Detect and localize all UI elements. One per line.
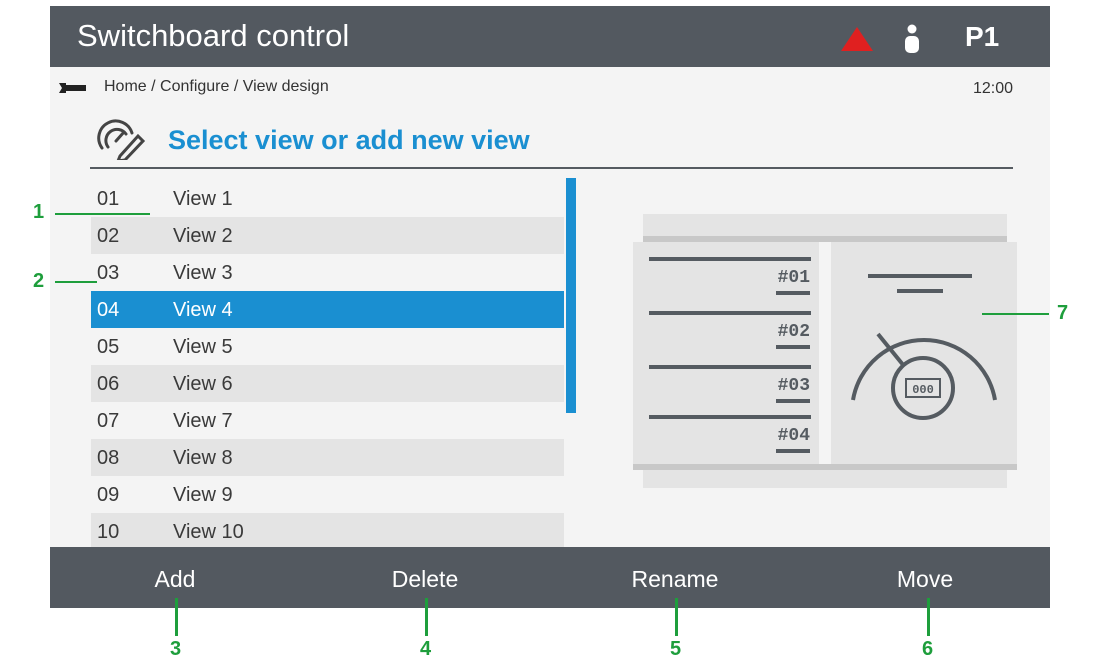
view-label: View 1	[173, 188, 233, 210]
view-number: 07	[97, 410, 120, 432]
callout-6-line	[927, 598, 930, 636]
view-label: View 9	[173, 484, 233, 506]
view-number: 01	[97, 188, 120, 210]
callout-1: 1	[33, 201, 45, 223]
list-item[interactable]: 03 View 3	[91, 254, 564, 291]
view-number: 03	[97, 262, 120, 284]
header-bar: Switchboard control P1	[50, 6, 1050, 67]
alarm-triangle-icon[interactable]	[840, 26, 874, 52]
view-design-icon	[97, 119, 146, 160]
list-item[interactable]: 10 View 10	[91, 513, 564, 547]
list-item[interactable]: 09 View 9	[91, 476, 564, 513]
view-label: View 10	[173, 521, 244, 543]
view-preview: #01 #02 #03 #04 000	[633, 214, 1017, 488]
view-number: 08	[97, 447, 120, 469]
app-title: Switchboard control	[77, 18, 350, 53]
list-item[interactable]: 05 View 5	[91, 328, 564, 365]
view-label: View 2	[173, 225, 233, 247]
list-item[interactable]: 02 View 2	[91, 217, 564, 254]
view-label: View 8	[173, 447, 233, 469]
view-label: View 4	[173, 299, 233, 321]
view-label: View 7	[173, 410, 233, 432]
page-title: Select view or add new view	[168, 125, 530, 155]
callout-7-line	[982, 313, 1049, 315]
callout-3: 3	[170, 638, 182, 660]
callout-7: 7	[1057, 302, 1069, 324]
callout-3-line	[175, 598, 178, 636]
view-label: View 3	[173, 262, 233, 284]
view-number: 04	[97, 299, 120, 321]
view-label: View 5	[173, 336, 233, 358]
list-item-selected[interactable]: 04 View 4	[91, 291, 564, 328]
view-number: 09	[97, 484, 120, 506]
hmi-screen: Switchboard control P1 Home / Configure …	[50, 6, 1050, 608]
title-divider	[90, 167, 1013, 169]
callout-4: 4	[420, 638, 432, 660]
user-icon[interactable]	[902, 24, 922, 54]
callout-5: 5	[670, 638, 682, 660]
view-number: 06	[97, 373, 120, 395]
gauge-display: 000	[912, 383, 934, 397]
callout-1-line	[55, 213, 150, 215]
callout-2-line	[55, 281, 97, 283]
callout-2: 2	[33, 270, 45, 292]
preview-tag: #01	[778, 268, 811, 288]
callout-5-line	[675, 598, 678, 636]
footer-bar: Add Delete Rename Move	[50, 547, 1050, 608]
preview-tag: #03	[778, 376, 810, 396]
view-list[interactable]: 01 View 1 02 View 2 03 View 3 04 View 4 05 Vi…	[91, 180, 564, 547]
view-label: View 6	[173, 373, 233, 395]
breadcrumb: Home / Configure / View design	[104, 78, 329, 95]
scrollbar-thumb[interactable]	[566, 178, 576, 413]
clock: 12:00	[972, 80, 1013, 97]
list-item[interactable]: 01 View 1	[91, 180, 564, 217]
profile-label[interactable]: P1	[965, 21, 999, 53]
callout-4-line	[425, 598, 428, 636]
list-item[interactable]: 07 View 7	[91, 402, 564, 439]
view-number: 05	[97, 336, 120, 358]
list-item[interactable]: 06 View 6	[91, 365, 564, 402]
callout-6: 6	[922, 638, 934, 660]
wrench-icon	[59, 83, 86, 93]
preview-tag: #02	[778, 322, 810, 342]
preview-tag: #04	[778, 426, 811, 446]
view-number: 02	[97, 225, 120, 247]
view-number: 10	[97, 521, 120, 543]
list-item[interactable]: 08 View 8	[91, 439, 564, 476]
move-button[interactable]: Move	[800, 547, 1050, 608]
